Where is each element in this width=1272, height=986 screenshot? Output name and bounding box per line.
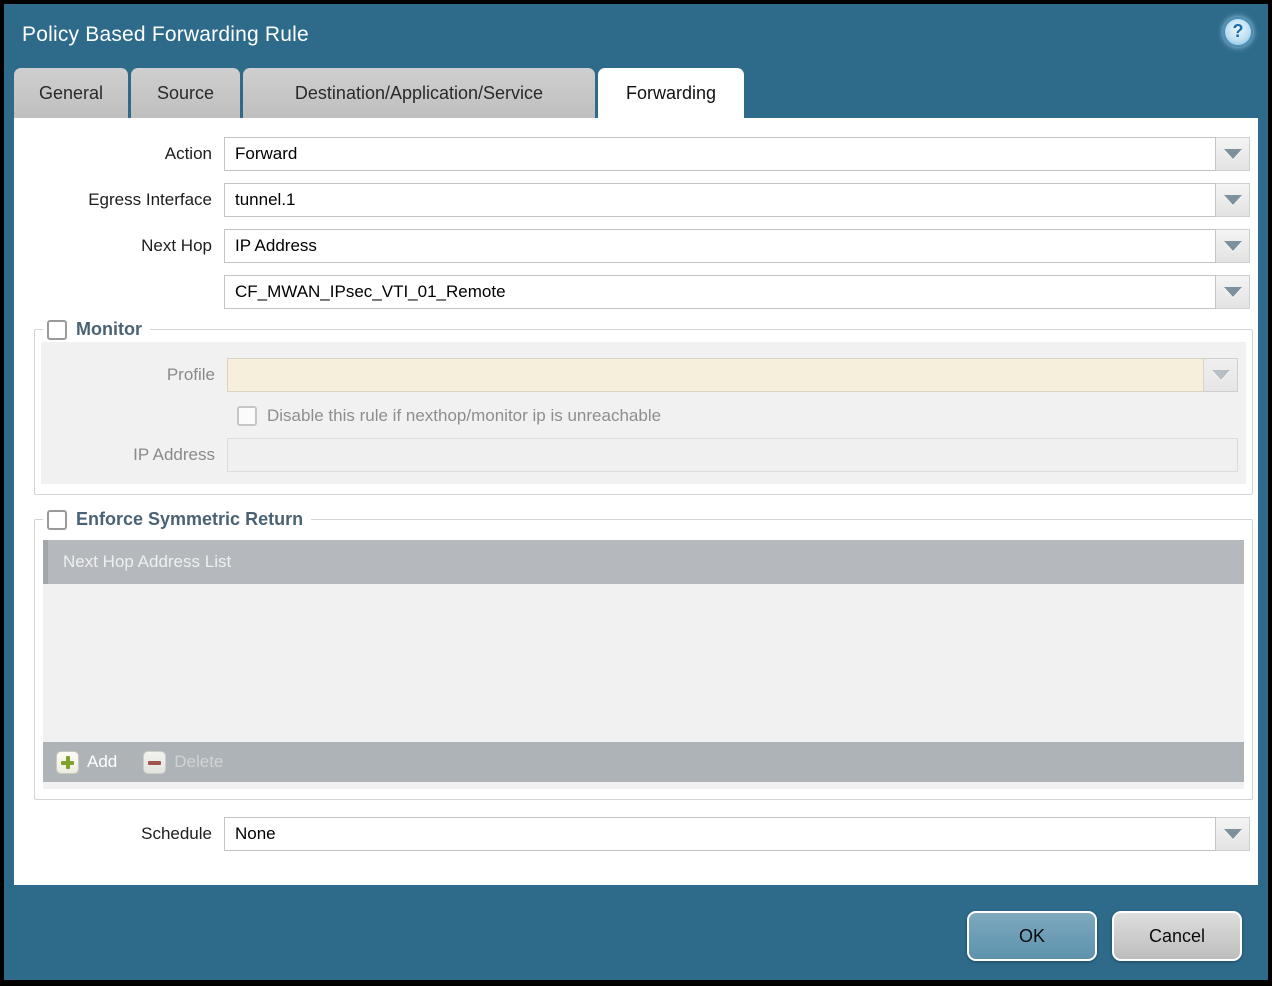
next-hop-address-dropdown: CF_MWAN_IPsec_VTI_01_Remote xyxy=(224,275,1250,309)
next-hop-type-dropdown-button[interactable] xyxy=(1216,229,1250,263)
monitor-ip-address-label: IP Address xyxy=(41,445,227,465)
next-hop-row: Next Hop IP Address xyxy=(14,229,1250,263)
tab-source[interactable]: Source xyxy=(131,68,240,118)
next-hop-address-table: Next Hop Address List Add Delete xyxy=(43,540,1244,789)
egress-interface-dropdown-button[interactable] xyxy=(1216,183,1250,217)
next-hop-address-dropdown-button[interactable] xyxy=(1216,275,1250,309)
enforce-symmetric-return-checkbox[interactable] xyxy=(47,510,67,530)
next-hop-type-value[interactable]: IP Address xyxy=(224,229,1216,263)
schedule-dropdown: None xyxy=(224,817,1250,851)
action-label: Action xyxy=(14,144,224,164)
chevron-down-icon xyxy=(1212,370,1230,380)
action-dropdown-button[interactable] xyxy=(1216,137,1250,171)
monitor-checkbox[interactable] xyxy=(47,320,67,340)
next-hop-address-list-body xyxy=(43,584,1244,742)
next-hop-type-dropdown: IP Address xyxy=(224,229,1250,263)
tab-destination-application-service[interactable]: Destination/Application/Service xyxy=(243,68,595,118)
disable-rule-checkbox xyxy=(237,406,257,426)
next-hop-address-value[interactable]: CF_MWAN_IPsec_VTI_01_Remote xyxy=(224,275,1216,309)
next-hop-address-list-header: Next Hop Address List xyxy=(43,540,1244,584)
monitor-legend: Monitor xyxy=(43,319,150,340)
monitor-body: Profile Disable this rule if nexthop/mon… xyxy=(41,342,1246,484)
plus-icon xyxy=(56,751,79,774)
schedule-label: Schedule xyxy=(14,824,224,844)
profile-dropdown xyxy=(227,358,1238,392)
chevron-down-icon xyxy=(1224,241,1242,251)
monitor-legend-label: Monitor xyxy=(76,319,142,340)
disable-rule-row: Disable this rule if nexthop/monitor ip … xyxy=(237,406,1238,426)
table-toolbar: Add Delete xyxy=(43,742,1244,782)
cancel-button[interactable]: Cancel xyxy=(1112,911,1242,961)
egress-interface-value[interactable]: tunnel.1 xyxy=(224,183,1216,217)
next-hop-address-row: CF_MWAN_IPsec_VTI_01_Remote xyxy=(14,275,1250,309)
table-bottom-strip xyxy=(43,782,1244,789)
chevron-down-icon xyxy=(1224,287,1242,297)
monitor-fieldset: Monitor Profile Disable this rule if nex… xyxy=(34,319,1253,495)
forwarding-tab-panel: Action Forward Egress Interface tunnel.1… xyxy=(14,118,1258,885)
chevron-down-icon xyxy=(1224,149,1242,159)
dialog-titlebar: Policy Based Forwarding Rule xyxy=(4,4,1268,64)
dialog-title: Policy Based Forwarding Rule xyxy=(22,23,309,47)
symmetric-return-legend: Enforce Symmetric Return xyxy=(43,509,311,530)
next-hop-label: Next Hop xyxy=(14,236,224,256)
egress-interface-row: Egress Interface tunnel.1 xyxy=(14,183,1250,217)
tab-bar: General Source Destination/Application/S… xyxy=(14,68,744,118)
delete-button-label: Delete xyxy=(174,752,223,772)
chevron-down-icon xyxy=(1224,829,1242,839)
add-button-label: Add xyxy=(87,752,117,772)
dialog-footer: OK Cancel xyxy=(967,911,1242,961)
egress-interface-dropdown: tunnel.1 xyxy=(224,183,1250,217)
disable-rule-label: Disable this rule if nexthop/monitor ip … xyxy=(267,406,661,426)
schedule-row: Schedule None xyxy=(14,817,1250,851)
action-dropdown: Forward xyxy=(224,137,1250,171)
monitor-ip-address-row: IP Address xyxy=(41,438,1238,472)
profile-value xyxy=(227,358,1204,392)
policy-based-forwarding-dialog: Policy Based Forwarding Rule General Sou… xyxy=(4,4,1268,980)
action-value[interactable]: Forward xyxy=(224,137,1216,171)
profile-dropdown-button xyxy=(1204,358,1238,392)
symmetric-return-legend-label: Enforce Symmetric Return xyxy=(76,509,303,530)
minus-icon xyxy=(143,751,166,774)
schedule-value[interactable]: None xyxy=(224,817,1216,851)
tab-forwarding[interactable]: Forwarding xyxy=(598,68,744,118)
monitor-ip-address-input xyxy=(227,438,1238,472)
symmetric-return-fieldset: Enforce Symmetric Return Next Hop Addres… xyxy=(34,509,1253,800)
tab-general[interactable]: General xyxy=(14,68,128,118)
chevron-down-icon xyxy=(1224,195,1242,205)
action-row: Action Forward xyxy=(14,137,1250,171)
help-icon[interactable] xyxy=(1223,17,1253,47)
profile-label: Profile xyxy=(41,365,227,385)
delete-button: Delete xyxy=(143,751,223,774)
profile-row: Profile xyxy=(41,358,1238,392)
ok-button[interactable]: OK xyxy=(967,911,1097,961)
schedule-dropdown-button[interactable] xyxy=(1216,817,1250,851)
add-button[interactable]: Add xyxy=(56,751,117,774)
egress-interface-label: Egress Interface xyxy=(14,190,224,210)
